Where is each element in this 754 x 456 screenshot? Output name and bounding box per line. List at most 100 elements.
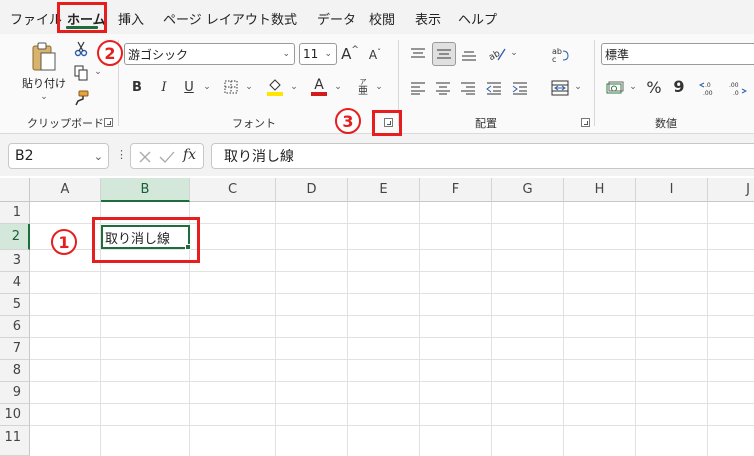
grid-line [635, 202, 636, 456]
accounting-format-icon[interactable] [604, 78, 626, 98]
menu-bar: ファイル ホーム 挿入 ページ レイアウト 数式 データ 校閲 表示 ヘルプ [0, 0, 754, 34]
font-name-dropdown-icon[interactable]: ⌄ [282, 49, 290, 59]
underline-button[interactable]: U [180, 78, 198, 96]
annotation-1: 1 [51, 229, 77, 255]
column-header-b[interactable]: B [101, 178, 190, 202]
insert-function-icon[interactable]: fx [183, 147, 196, 163]
column-header-f[interactable]: F [420, 178, 492, 202]
align-top-icon[interactable] [408, 44, 428, 64]
highlight-home-tab [57, 2, 107, 33]
shrink-font-label: A [368, 48, 378, 62]
column-header-d[interactable]: D [276, 178, 348, 202]
font-size-combo[interactable]: 11 ⌄ [299, 43, 337, 65]
format-painter-icon[interactable] [72, 89, 90, 107]
tab-data[interactable]: データ [317, 9, 356, 28]
font-color-icon[interactable]: A [308, 76, 330, 98]
accounting-dropdown-icon[interactable]: ⌄ [628, 82, 638, 92]
clipboard-group-label: クリップボード [27, 117, 104, 130]
formula-input[interactable]: 取り消し線 [211, 143, 754, 169]
paste-dropdown-icon[interactable]: ⌄ [38, 92, 50, 102]
number-format-combo[interactable]: 標準 [601, 43, 754, 65]
row-header-8[interactable]: 8 [0, 360, 30, 382]
font-size-dropdown-icon[interactable]: ⌄ [324, 49, 332, 59]
tab-review[interactable]: 校閲 [369, 9, 395, 28]
clipboard-dialog-launcher-icon[interactable] [104, 118, 113, 127]
row-header-10[interactable]: 10 [0, 404, 30, 426]
italic-button[interactable]: I [155, 78, 173, 96]
shrink-font-button[interactable]: Aˇ [366, 46, 384, 64]
tab-help[interactable]: ヘルプ [458, 9, 497, 28]
row-header-5[interactable]: 5 [0, 294, 30, 316]
decrease-indent-icon[interactable] [484, 78, 504, 98]
column-header-i[interactable]: I [636, 178, 708, 202]
alignment-dialog-launcher-icon[interactable] [581, 118, 590, 127]
column-header-h[interactable]: H [564, 178, 636, 202]
alignment-group-label: 配置 [475, 117, 497, 130]
font-color-dropdown-icon[interactable]: ⌄ [333, 82, 343, 92]
text-orientation-icon[interactable]: ab [486, 44, 508, 64]
fill-color-icon[interactable] [264, 76, 286, 98]
annotation-2: 2 [97, 40, 123, 66]
font-group-label: フォント [232, 117, 276, 130]
align-center-icon[interactable] [433, 78, 453, 98]
align-right-icon[interactable] [458, 78, 478, 98]
row-header-6[interactable]: 6 [0, 316, 30, 338]
tab-formulas[interactable]: 数式 [271, 9, 297, 28]
grid-line [30, 293, 754, 294]
formula-buttons: fx [130, 143, 204, 169]
copy-icon[interactable] [72, 64, 90, 82]
row-header-9[interactable]: 9 [0, 382, 30, 404]
column-header-e[interactable]: E [348, 178, 420, 202]
wrap-text-icon[interactable]: ab c [549, 44, 571, 66]
text-orientation-dropdown-icon[interactable]: ⌄ [509, 48, 519, 58]
comma-style-button[interactable]: 9 [671, 75, 687, 97]
borders-dropdown-icon[interactable]: ⌄ [244, 82, 254, 92]
row-header-4[interactable]: 4 [0, 272, 30, 294]
phonetic-dropdown-icon[interactable]: ⌄ [374, 82, 384, 92]
row-header-11[interactable]: 11 [0, 426, 30, 456]
grid-line [30, 315, 754, 316]
grid-line [563, 202, 564, 456]
column-header-c[interactable]: C [190, 178, 276, 202]
align-left-icon[interactable] [408, 78, 428, 98]
svg-text:.00: .00 [729, 82, 739, 89]
percent-style-button[interactable]: % [644, 77, 664, 97]
annotation-3: 3 [335, 108, 361, 134]
align-middle-icon[interactable] [432, 42, 456, 66]
row-header-1[interactable]: 1 [0, 202, 30, 224]
font-name-combo[interactable]: 游ゴシック ⌄ [124, 43, 295, 65]
borders-icon[interactable] [222, 78, 240, 96]
merge-dropdown-icon[interactable]: ⌄ [573, 82, 583, 92]
tab-file[interactable]: ファイル [10, 9, 62, 28]
tab-view[interactable]: 表示 [415, 9, 441, 28]
increase-decimal-icon[interactable]: .0.00 [698, 78, 720, 98]
highlight-cell-b2 [92, 217, 200, 263]
row-header-7[interactable]: 7 [0, 338, 30, 360]
select-all-corner[interactable] [0, 178, 30, 202]
merge-center-icon[interactable] [549, 78, 571, 98]
align-bottom-icon[interactable] [459, 44, 479, 64]
paste-label[interactable]: 貼り付け [22, 75, 66, 91]
column-header-g[interactable]: G [492, 178, 564, 202]
cut-icon[interactable] [72, 40, 90, 58]
enter-icon[interactable] [159, 150, 175, 164]
fill-color-dropdown-icon[interactable]: ⌄ [289, 82, 299, 92]
increase-indent-icon[interactable] [510, 78, 530, 98]
copy-dropdown-icon[interactable]: ⌄ [93, 67, 103, 77]
phonetic-guide-button[interactable]: ア亜 [354, 76, 372, 98]
underline-dropdown-icon[interactable]: ⌄ [202, 82, 212, 92]
column-header-j[interactable]: J [708, 178, 754, 202]
decrease-decimal-icon[interactable]: .00.0 [726, 78, 748, 98]
tab-page-layout[interactable]: ページ レイアウト [163, 9, 271, 28]
paste-icon[interactable] [31, 42, 57, 72]
cancel-icon[interactable] [138, 150, 152, 164]
row-header-2[interactable]: 2 [0, 224, 30, 250]
row-header-3[interactable]: 3 [0, 250, 30, 272]
tab-insert[interactable]: 挿入 [118, 9, 144, 28]
name-box-dropdown-icon[interactable]: ⌄ [94, 150, 103, 163]
bold-button[interactable]: B [128, 78, 146, 96]
grow-font-button[interactable]: A ^ [341, 44, 359, 64]
name-box[interactable]: B2 ⌄ [8, 143, 109, 169]
more-options-icon[interactable]: ⋮ [116, 148, 127, 161]
column-header-a[interactable]: A [30, 178, 101, 202]
